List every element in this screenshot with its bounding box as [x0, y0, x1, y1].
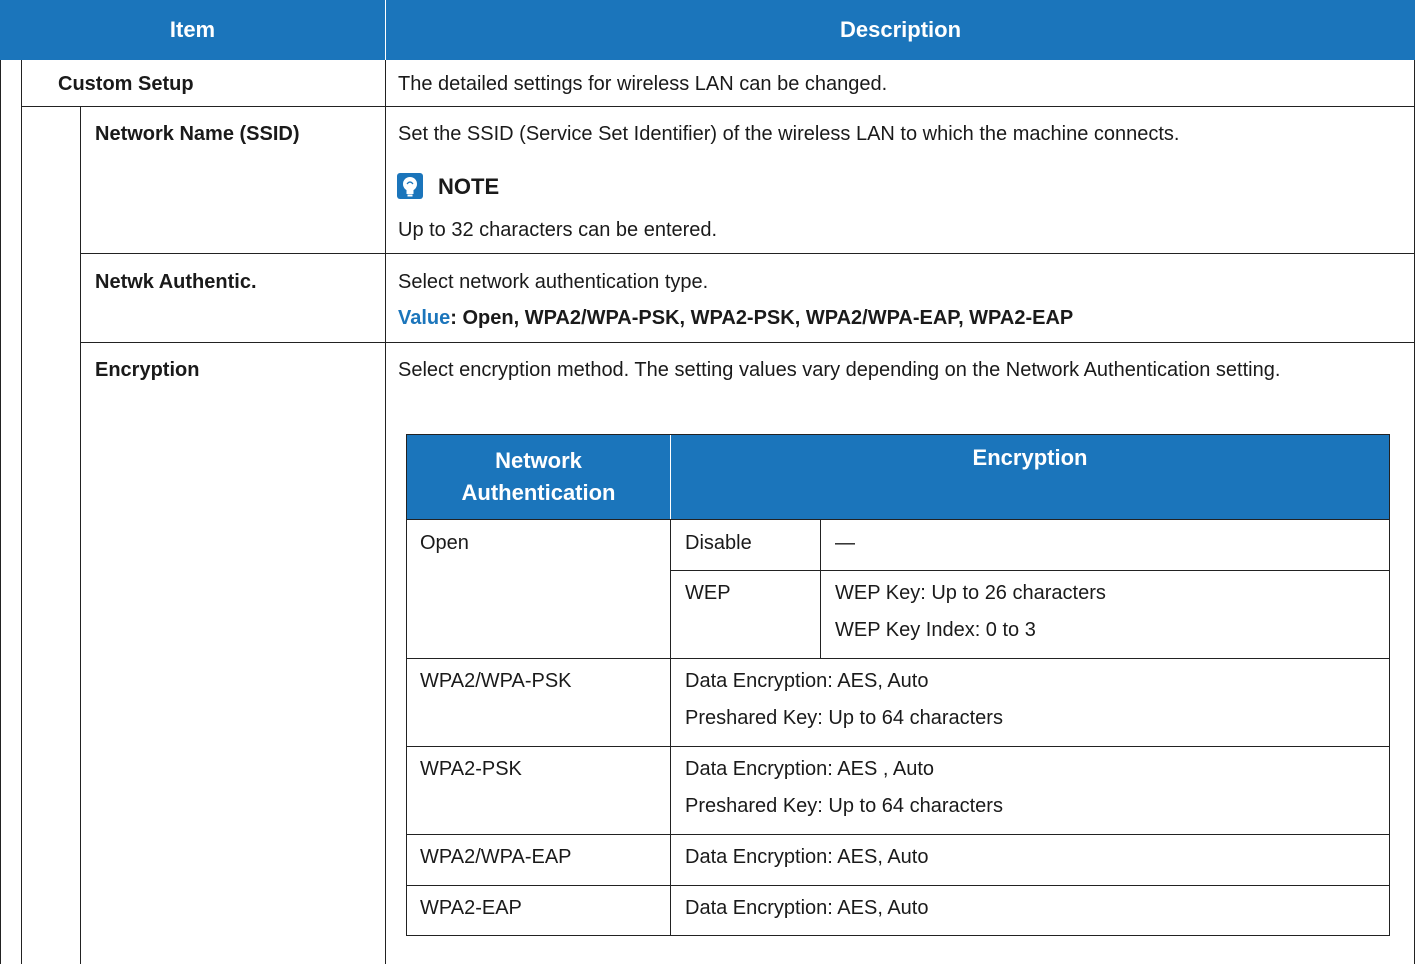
- inner-top-border: [406, 434, 1390, 435]
- header-item-label: Item: [169, 17, 216, 42]
- auth-item: Netwk Authentic.: [95, 271, 257, 293]
- note-text: Up to 32 characters can be entered.: [398, 219, 718, 241]
- cell-wpa-eap-1: Data Encryption: AES, Auto: [685, 846, 929, 868]
- custom-setup-item: Custom Setup: [58, 73, 194, 95]
- auth-value-text: : Open, WPA2/WPA-PSK, WPA2-PSK, WPA2/WPA…: [450, 307, 1074, 329]
- cell-wpa2-psk: WPA2-PSK: [420, 758, 522, 780]
- outer-left-border: [0, 60, 1, 964]
- inner-subcol-divider: [820, 519, 821, 658]
- note-title: NOTE: [438, 174, 500, 199]
- cell-open: Open: [420, 532, 469, 554]
- cell-wep-index: WEP Key Index: 0 to 3: [835, 619, 1036, 641]
- header-description: Description: [386, 0, 1415, 60]
- inner-head-bottom: [406, 519, 1390, 520]
- inner-header-auth-label: Network Authentication: [461, 447, 616, 505]
- column-divider: [385, 60, 386, 964]
- inner-row-div-1: [406, 658, 1390, 659]
- inner-row-div-4: [406, 885, 1390, 886]
- cell-wpa2-psk-2: Preshared Key: Up to 64 characters: [685, 795, 1003, 817]
- header-divider: [385, 0, 386, 60]
- cell-wpa-psk-1: Data Encryption: AES, Auto: [685, 670, 929, 692]
- cell-wpa-eap: WPA2/WPA-EAP: [420, 846, 572, 868]
- indent-1-line: [21, 60, 22, 964]
- inner-header-enc: Encryption: [671, 434, 1389, 519]
- cell-wpa2-eap: WPA2-EAP: [420, 897, 522, 919]
- cell-wep: WEP: [685, 582, 731, 604]
- cell-wpa-psk-2: Preshared Key: Up to 64 characters: [685, 707, 1003, 729]
- inner-right-border: [1389, 434, 1390, 936]
- cell-disable: Disable: [685, 532, 752, 554]
- ssid-item: Network Name (SSID): [95, 123, 300, 145]
- cell-wpa2-psk-1: Data Encryption: AES , Auto: [685, 758, 935, 780]
- cell-dash: —: [835, 532, 855, 554]
- inner-header-auth: Network Authentication: [407, 434, 670, 519]
- inner-row-div-2: [406, 746, 1390, 747]
- auth-desc: Select network authentication type.: [398, 271, 709, 293]
- cell-wpa2-eap-1: Data Encryption: AES, Auto: [685, 897, 929, 919]
- auth-value-label: Value: [398, 307, 451, 329]
- row-divider-1: [21, 106, 1415, 107]
- inner-open-sub-divider: [670, 570, 1390, 571]
- inner-row-div-3: [406, 834, 1390, 835]
- header-description-label: Description: [839, 17, 962, 42]
- indent-2-line: [80, 106, 81, 964]
- cell-wpa-psk: WPA2/WPA-PSK: [420, 670, 572, 692]
- inner-header-divider: [670, 434, 671, 519]
- header-item: Item: [0, 0, 385, 60]
- row-divider-2: [80, 253, 1415, 254]
- row-divider-3: [80, 342, 1415, 343]
- auth-value-line: Value: Open, WPA2/WPA-PSK, WPA2-PSK, WPA…: [398, 306, 1073, 330]
- ssid-desc: Set the SSID (Service Set Identifier) of…: [398, 123, 1180, 145]
- inner-bottom-border: [406, 935, 1390, 936]
- inner-header-enc-label: Encryption: [972, 445, 1088, 470]
- inner-left-border: [406, 434, 407, 936]
- encryption-desc: Select encryption method. The setting va…: [398, 359, 1281, 381]
- cell-wep-key: WEP Key: Up to 26 characters: [835, 582, 1106, 604]
- custom-setup-desc: The detailed settings for wireless LAN c…: [398, 73, 888, 95]
- encryption-item: Encryption: [95, 359, 200, 381]
- inner-col-divider: [670, 519, 671, 936]
- lightbulb-note-icon: [396, 172, 424, 200]
